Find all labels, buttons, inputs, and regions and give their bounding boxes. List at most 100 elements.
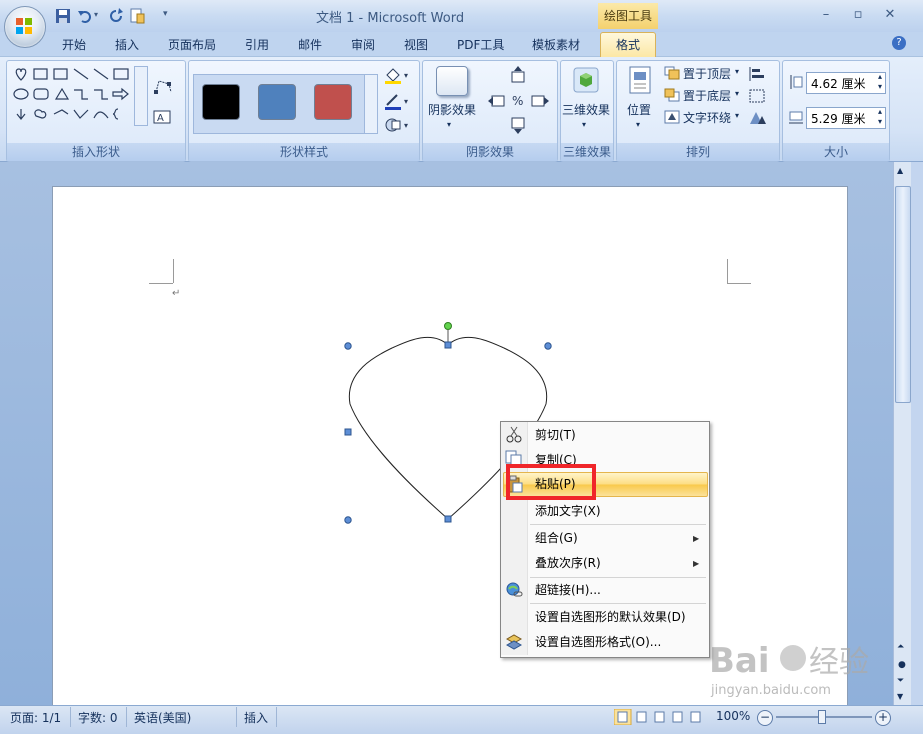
zoom-out-icon[interactable]: − <box>757 710 773 726</box>
undo-icon[interactable] <box>77 8 93 24</box>
shadow-dropdown-icon[interactable]: ▾ <box>447 120 451 129</box>
zoom-in-icon[interactable]: + <box>875 710 891 726</box>
menu-item-hyperlink[interactable]: 超链接(H)... <box>535 579 601 601</box>
change-shape-icon[interactable]: ▾ <box>384 116 412 134</box>
shapes-gallery-scroll[interactable] <box>134 66 148 126</box>
tab-pdf-tools[interactable]: PDF工具 <box>457 36 504 54</box>
view-buttons[interactable] <box>614 709 706 725</box>
ruler-strip <box>911 162 923 705</box>
shadow-nudge-controls[interactable]: % <box>488 66 550 136</box>
height-icon <box>790 75 803 89</box>
menu-item-order[interactable]: 叠放次序(R) <box>535 552 601 574</box>
group-label: 三维效果 <box>561 143 613 161</box>
svg-text:▾: ▾ <box>404 97 408 106</box>
stepper-arrows-icon[interactable]: ▴ ▾ <box>878 107 882 127</box>
shadow-effects-button[interactable]: 阴影效果 <box>428 101 476 118</box>
shapes-gallery[interactable] <box>12 66 132 126</box>
wrap-dropdown-icon[interactable]: ▾ <box>735 111 739 120</box>
menu-item-add-text[interactable]: 添加文字(X) <box>535 500 601 522</box>
svg-text:▾: ▾ <box>404 121 408 130</box>
svg-text:▾: ▾ <box>404 71 408 80</box>
scroll-down-icon[interactable]: ▼ <box>897 692 903 701</box>
tab-references[interactable]: 引用 <box>245 36 269 54</box>
customize-qat-icon[interactable]: ▾ <box>163 9 168 19</box>
3d-dropdown-icon[interactable]: ▾ <box>582 120 586 129</box>
send-to-back-icon <box>664 88 680 102</box>
menu-item-cut[interactable]: 剪切(T) <box>535 424 576 446</box>
menu-separator <box>530 603 706 604</box>
bring-front-dropdown-icon[interactable]: ▾ <box>735 67 739 76</box>
tab-home[interactable]: 开始 <box>62 36 86 54</box>
status-separator <box>276 707 277 727</box>
maximize-button[interactable]: ▫ <box>846 5 870 25</box>
group-label: 大小 <box>783 143 889 161</box>
align-icon[interactable] <box>748 66 772 82</box>
height-value[interactable]: 4.62 厘米 <box>811 75 866 92</box>
shape-fill-icon[interactable]: ▾ <box>384 66 412 84</box>
edit-shape-icon[interactable] <box>153 76 175 96</box>
menu-separator <box>530 524 706 525</box>
style-swatch-blue[interactable] <box>258 84 296 120</box>
undo-dropdown-icon[interactable]: ▾ <box>94 10 98 19</box>
scroll-up-icon[interactable]: ▲ <box>897 166 903 175</box>
3d-effects-icon[interactable] <box>570 64 602 96</box>
prev-page-icon[interactable]: ⏶ <box>897 642 904 652</box>
width-value[interactable]: 5.29 厘米 <box>811 110 866 127</box>
scroll-thumb[interactable] <box>895 186 911 403</box>
group-objects-icon[interactable] <box>748 88 772 104</box>
next-page-icon[interactable]: ⏷ <box>897 676 904 686</box>
status-page[interactable]: 页面: 1/1 <box>10 709 61 726</box>
browse-object-icon[interactable]: ● <box>898 660 906 670</box>
bring-to-front-button[interactable]: 置于顶层 <box>683 65 731 82</box>
send-to-back-button[interactable]: 置于底层 <box>683 87 731 104</box>
status-language[interactable]: 英语(美国) <box>134 709 191 726</box>
position-dropdown-icon[interactable]: ▾ <box>636 120 640 129</box>
status-insert-mode[interactable]: 插入 <box>244 709 268 726</box>
tab-view[interactable]: 视图 <box>404 36 428 54</box>
menu-item-format-shape[interactable]: 设置自选图形格式(O)... <box>535 631 661 653</box>
tab-format[interactable]: 格式 <box>600 32 656 59</box>
menu-item-set-default-effect[interactable]: 设置自选图形的默认效果(D) <box>535 606 686 628</box>
tab-template-materials[interactable]: 模板素材 <box>532 36 580 54</box>
shadow-effects-icon[interactable] <box>436 66 468 96</box>
position-icon[interactable] <box>628 66 652 94</box>
submenu-arrow-icon: ▶ <box>693 559 700 568</box>
stepper-arrows-icon[interactable]: ▴ ▾ <box>878 72 882 92</box>
width-stepper[interactable]: 5.29 厘米 ▴ ▾ <box>806 107 886 129</box>
minimize-button[interactable]: – <box>814 5 838 25</box>
style-gallery-scroll[interactable] <box>364 74 378 134</box>
bring-to-front-icon <box>664 66 680 80</box>
crop-mark <box>173 259 174 283</box>
width-icon <box>789 111 803 124</box>
tab-insert[interactable]: 插入 <box>115 36 139 54</box>
style-swatch-black[interactable] <box>202 84 240 120</box>
svg-text:Bai: Bai <box>709 641 770 681</box>
zoom-level[interactable]: 100% <box>716 709 750 723</box>
paragraph-mark-icon: ↵ <box>172 288 181 299</box>
height-stepper[interactable]: 4.62 厘米 ▴ ▾ <box>806 72 886 94</box>
style-swatch-red[interactable] <box>314 84 352 120</box>
send-back-dropdown-icon[interactable]: ▾ <box>735 89 739 98</box>
group-label: 形状样式 <box>189 143 419 161</box>
shape-outline-icon[interactable]: ▾ <box>384 92 412 110</box>
tab-page-layout[interactable]: 页面布局 <box>168 36 216 54</box>
help-icon[interactable]: ? <box>892 36 906 50</box>
redo-icon[interactable] <box>108 8 124 24</box>
scissors-icon <box>506 426 522 443</box>
text-wrapping-button[interactable]: 文字环绕 <box>683 109 731 126</box>
status-word-count[interactable]: 字数: 0 <box>78 709 118 726</box>
text-box-icon[interactable]: A <box>153 110 171 124</box>
tab-mailings[interactable]: 邮件 <box>298 36 322 54</box>
menu-item-group[interactable]: 组合(G) <box>535 527 578 549</box>
close-button[interactable]: ✕ <box>878 5 902 25</box>
office-button[interactable] <box>4 6 46 48</box>
save-icon[interactable] <box>55 8 71 24</box>
drawing-tools-label: 绘图工具 <box>598 3 658 29</box>
svg-text:A: A <box>157 113 164 124</box>
print-preview-icon[interactable] <box>129 8 145 24</box>
position-button[interactable]: 位置 <box>627 101 651 118</box>
tab-review[interactable]: 审阅 <box>351 36 375 54</box>
3d-effects-button[interactable]: 三维效果 <box>562 101 610 118</box>
rotate-icon[interactable] <box>748 110 772 126</box>
zoom-slider-thumb[interactable] <box>818 710 826 724</box>
